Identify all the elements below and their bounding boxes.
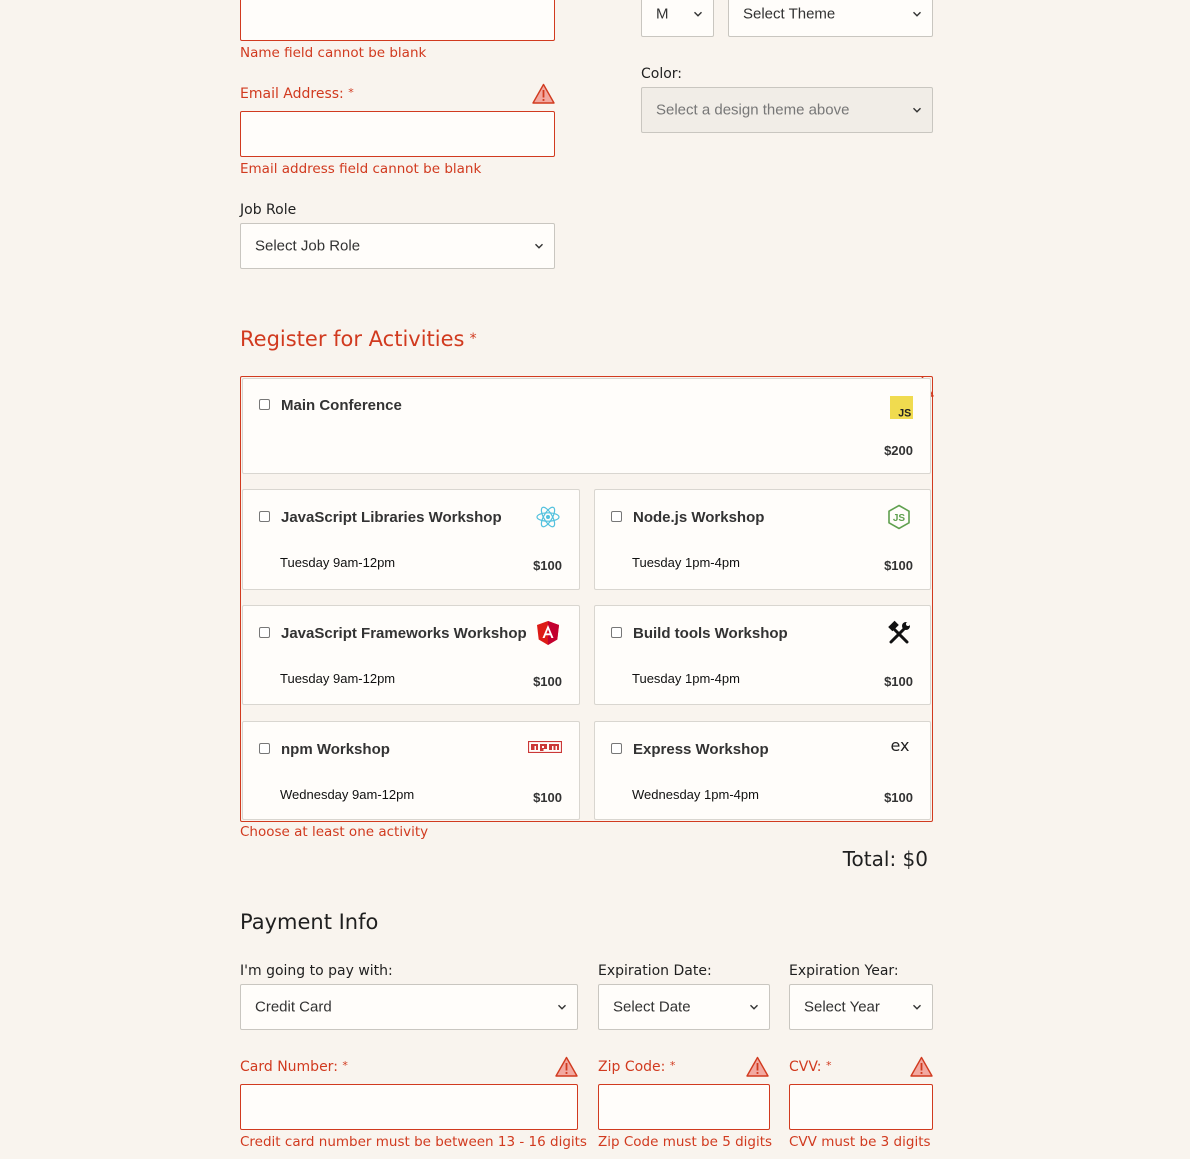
express-icon: ex: [890, 737, 909, 755]
zip-label: Zip Code: *: [598, 1059, 676, 1075]
exp-year-label: Expiration Year:: [789, 963, 899, 979]
chevron-down-icon: [534, 241, 544, 251]
svg-text:JS: JS: [898, 407, 911, 419]
activities-title: Register for Activities *: [240, 327, 477, 351]
chevron-down-icon: [912, 9, 922, 19]
activity-cost: $200: [884, 443, 913, 458]
activity-cost: $100: [884, 790, 913, 805]
activity-name: JavaScript Frameworks Workshop: [281, 625, 527, 642]
zip-input[interactable]: [598, 1084, 770, 1130]
design-select[interactable]: Select Theme: [728, 0, 933, 37]
color-label: Color:: [641, 66, 683, 82]
chevron-down-icon: [693, 9, 703, 19]
color-select[interactable]: Select a design theme above: [641, 87, 933, 133]
pay-with-label: I'm going to pay with:: [240, 963, 393, 979]
payment-method-value: Credit Card: [255, 998, 332, 1016]
svg-text:JS: JS: [893, 513, 906, 524]
exp-date-label: Expiration Date:: [598, 963, 712, 979]
js-icon: JS: [890, 396, 913, 419]
cvv-warning-icon: [910, 1056, 933, 1077]
size-select[interactable]: M: [641, 0, 714, 37]
activity-npm[interactable]: npm Workshop Wednesday 9am-12pm $100: [242, 721, 580, 820]
card-number-error: Credit card number must be between 13 - …: [240, 1134, 587, 1150]
job-role-value: Select Job Role: [255, 237, 361, 255]
email-warning-icon: [532, 83, 555, 104]
activity-build-tools[interactable]: Build tools Workshop Tuesday 1pm-4pm $10…: [594, 605, 931, 705]
zip-warning-icon: [746, 1056, 769, 1077]
activity-express[interactable]: Express Workshop ex Wednesday 1pm-4pm $1…: [594, 721, 931, 820]
angular-icon: [537, 621, 559, 645]
name-input[interactable]: [240, 0, 555, 41]
exp-date-select[interactable]: Select Date: [598, 984, 770, 1030]
card-number-label: Card Number: *: [240, 1059, 348, 1075]
total-cost: Total: $0: [842, 847, 928, 871]
job-role-select[interactable]: Select Job Role: [240, 223, 555, 269]
cvv-label: CVV: *: [789, 1059, 832, 1075]
card-number-input[interactable]: [240, 1084, 578, 1130]
payment-title: Payment Info: [240, 910, 379, 934]
size-value: M: [656, 5, 669, 23]
activities-error: Choose at least one activity: [240, 824, 429, 840]
email-label: Email Address: *: [240, 86, 354, 102]
activity-checkbox[interactable]: [611, 627, 622, 638]
activity-name: Build tools Workshop: [633, 625, 788, 642]
activity-cost: $100: [533, 790, 562, 805]
email-input[interactable]: [240, 111, 555, 157]
cvv-input[interactable]: [789, 1084, 933, 1130]
design-value: Select Theme: [743, 5, 836, 23]
card-warning-icon: [555, 1056, 578, 1077]
activity-cost: $100: [533, 558, 562, 573]
activity-checkbox[interactable]: [259, 399, 270, 410]
chevron-down-icon: [749, 1002, 759, 1012]
activity-checkbox[interactable]: [611, 743, 622, 754]
activity-cost: $100: [884, 674, 913, 689]
email-error: Email address field cannot be blank: [240, 161, 482, 177]
activity-name: Express Workshop: [633, 741, 769, 758]
exp-date-value: Select Date: [613, 998, 691, 1016]
activity-time: Wednesday 1pm-4pm: [632, 787, 759, 802]
name-error: Name field cannot be blank: [240, 45, 427, 61]
exp-year-value: Select Year: [804, 998, 880, 1016]
activity-name: Node.js Workshop: [633, 509, 765, 526]
chevron-down-icon: [912, 105, 922, 115]
job-role-label: Job Role: [240, 202, 297, 218]
activity-time: Tuesday 9am-12pm: [280, 671, 396, 686]
activity-name: npm Workshop: [281, 741, 390, 758]
activity-nodejs[interactable]: Node.js Workshop JS Tuesday 1pm-4pm $100: [594, 489, 931, 590]
react-icon: [536, 506, 560, 528]
cvv-error: CVV must be 3 digits: [789, 1134, 931, 1150]
activity-checkbox[interactable]: [259, 511, 270, 522]
activity-cost: $100: [884, 558, 913, 573]
activity-checkbox[interactable]: [611, 511, 622, 522]
svg-text:ex: ex: [890, 737, 909, 755]
activity-cost: $100: [533, 674, 562, 689]
activity-time: Tuesday 9am-12pm: [280, 555, 396, 570]
chevron-down-icon: [912, 1002, 922, 1012]
activity-time: Wednesday 9am-12pm: [280, 787, 415, 802]
chevron-down-icon: [557, 1002, 567, 1012]
color-value: Select a design theme above: [656, 101, 850, 119]
activity-js-frameworks[interactable]: JavaScript Frameworks Workshop Tuesday 9…: [242, 605, 580, 705]
payment-method-select[interactable]: Credit Card: [240, 984, 578, 1030]
activity-name: Main Conference: [281, 397, 402, 414]
build-tools-icon: [888, 620, 910, 644]
npm-icon: [528, 741, 562, 753]
activity-name: JavaScript Libraries Workshop: [281, 509, 502, 526]
activity-checkbox[interactable]: [259, 627, 270, 638]
activity-time: Tuesday 1pm-4pm: [632, 555, 740, 570]
activity-time: Tuesday 1pm-4pm: [632, 671, 740, 686]
zip-error: Zip Code must be 5 digits: [598, 1134, 773, 1150]
nodejs-icon: JS: [888, 504, 910, 530]
activity-checkbox[interactable]: [259, 743, 270, 754]
activity-js-libraries[interactable]: JavaScript Libraries Workshop Tuesday 9a…: [242, 489, 580, 590]
exp-year-select[interactable]: Select Year: [789, 984, 933, 1030]
activity-main-conference[interactable]: Main Conference JS $200: [242, 378, 931, 474]
